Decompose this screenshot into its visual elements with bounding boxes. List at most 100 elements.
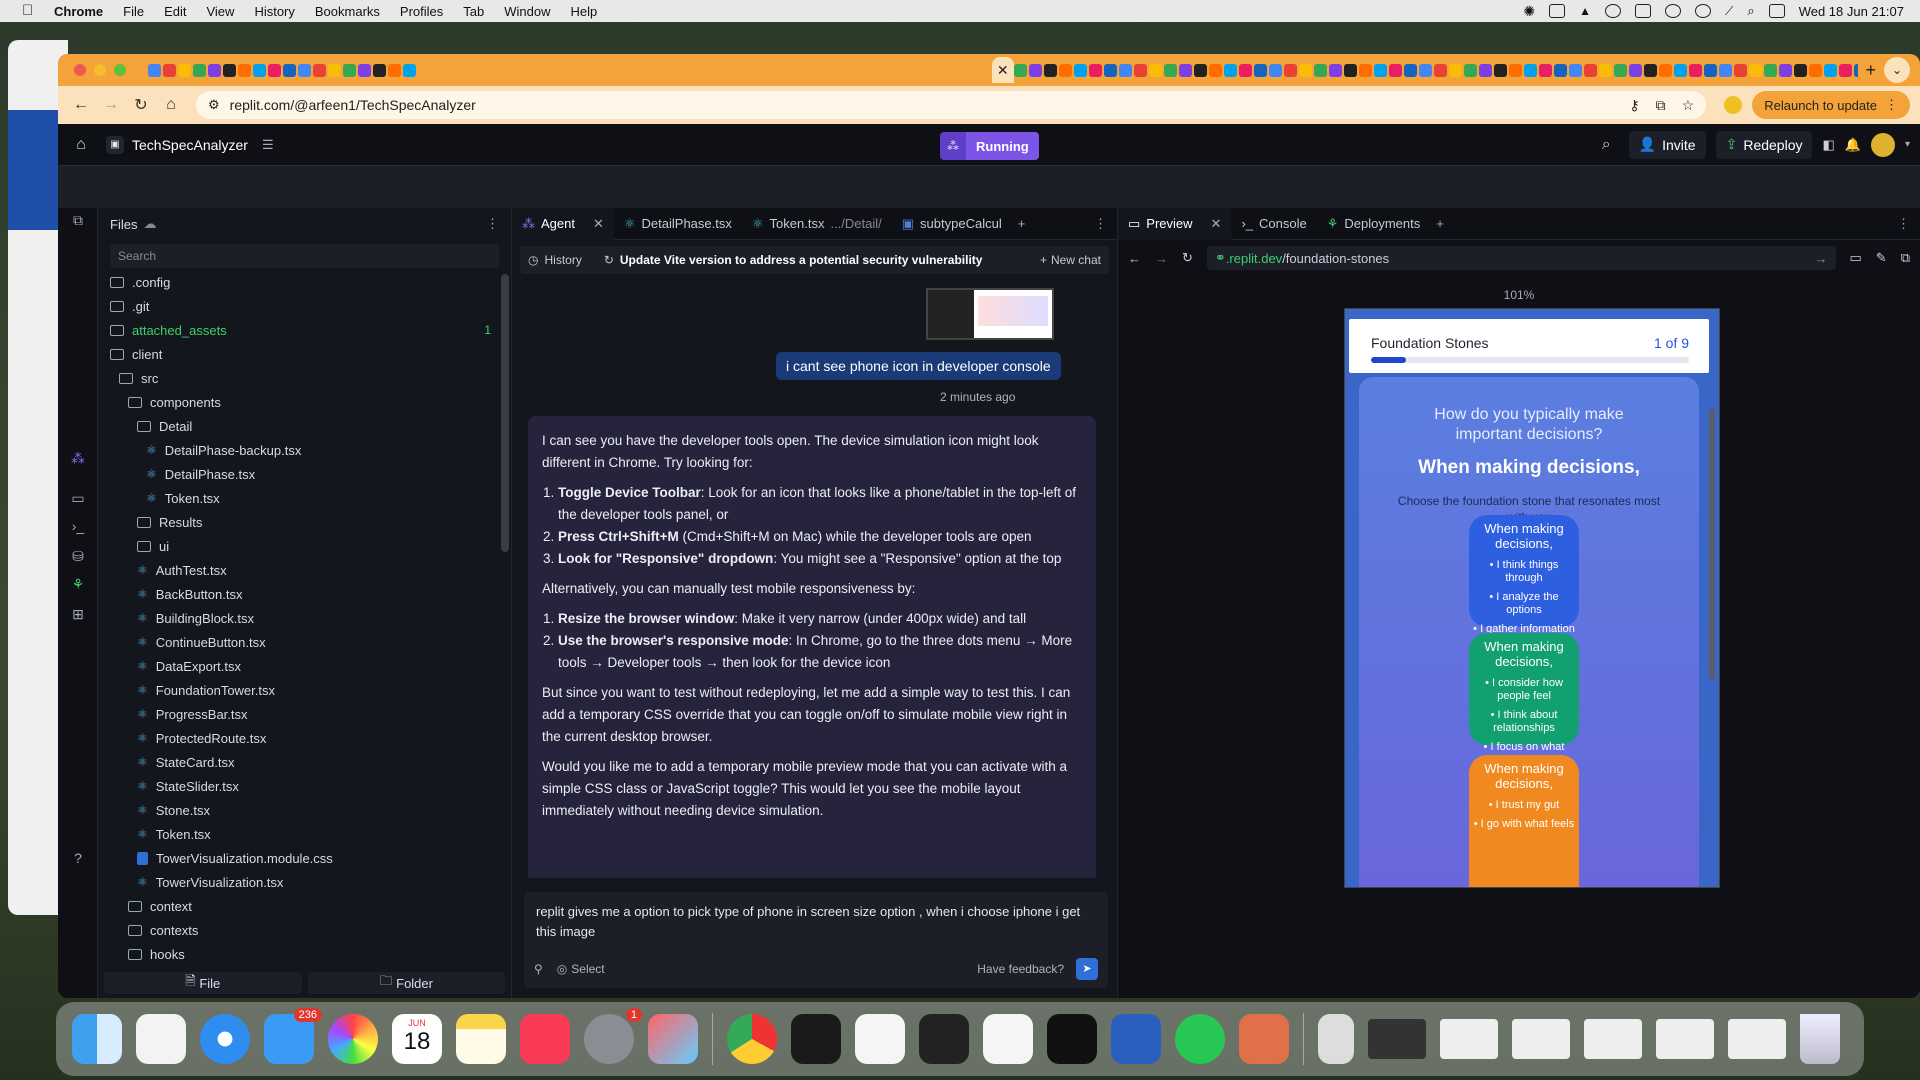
attach-icon[interactable]: ⚲	[534, 959, 543, 979]
bell-icon[interactable]: 🔔	[1845, 137, 1861, 153]
tab-favicon[interactable]	[1748, 63, 1762, 77]
extension-icon[interactable]	[1724, 96, 1743, 114]
tab-favicon[interactable]	[1448, 63, 1462, 77]
tab-console[interactable]: ›_ Console	[1231, 208, 1316, 240]
menubar-datetime[interactable]: Wed 18 Jun 21:07	[1799, 4, 1904, 19]
tab-favicon[interactable]	[253, 63, 266, 77]
menu-file[interactable]: File	[123, 4, 144, 19]
folder-item[interactable]: Results	[98, 510, 497, 534]
back-icon[interactable]: ←	[68, 96, 94, 114]
tab-favicon[interactable]	[1628, 63, 1642, 77]
tab-preview[interactable]: ▭ Preview ✕	[1118, 207, 1232, 240]
launchpad-icon[interactable]	[136, 1014, 186, 1064]
tab-subtype[interactable]: ▣ subtypeCalcul	[892, 208, 1012, 240]
tab-favicon[interactable]	[1043, 63, 1057, 77]
tab-favicon[interactable]	[1343, 63, 1357, 77]
chrome-icon[interactable]	[727, 1014, 777, 1064]
recent-window-2-icon[interactable]	[1440, 1019, 1498, 1059]
database-tool-icon[interactable]: ⛁	[68, 548, 88, 568]
vscode-icon[interactable]	[983, 1014, 1033, 1064]
close-icon[interactable]: ✕	[593, 216, 604, 232]
tab-favicon[interactable]	[1373, 63, 1387, 77]
key-icon[interactable]: ⚷	[1629, 97, 1639, 114]
tab-favicon[interactable]	[298, 63, 311, 77]
tab-favicon[interactable]	[223, 63, 236, 77]
history-button[interactable]: ◷ History	[528, 253, 582, 267]
all-tools-icon[interactable]: ⊞	[68, 606, 88, 626]
add-tab-icon[interactable]: +	[1018, 216, 1026, 231]
tab-favicon[interactable]	[1208, 63, 1222, 77]
files-search-input[interactable]: Search	[110, 244, 499, 268]
iphone-mirroring-icon[interactable]	[648, 1014, 698, 1064]
tab-favicon[interactable]	[1823, 63, 1837, 77]
device-viewport[interactable]: Foundation Stones 1 of 9 How do you typi…	[1344, 308, 1720, 888]
tab-favicon[interactable]	[1643, 63, 1657, 77]
mail-icon[interactable]: 236	[264, 1008, 322, 1064]
folder-item[interactable]: src	[98, 366, 497, 390]
tab-favicon[interactable]	[1028, 63, 1042, 77]
recent-window-3-icon[interactable]	[1512, 1019, 1570, 1059]
preview-tool-icon[interactable]: ▭	[68, 490, 88, 510]
tab-favicon[interactable]	[1253, 63, 1267, 77]
files-tool-icon[interactable]: ⧉	[68, 212, 88, 232]
tab-favicon[interactable]	[193, 63, 206, 77]
drive-icon[interactable]: ▲	[1579, 4, 1591, 18]
reload-icon[interactable]: ↻	[128, 95, 154, 115]
close-window-button[interactable]	[74, 64, 86, 76]
archive-icon[interactable]	[1318, 1014, 1354, 1064]
tab-favicon[interactable]	[1283, 63, 1297, 77]
tab-favicon[interactable]	[1493, 63, 1507, 77]
tab-favicon[interactable]	[208, 63, 221, 77]
folder-item[interactable]: .config	[98, 270, 497, 294]
tab-favicon[interactable]	[1403, 63, 1417, 77]
foundation-stone[interactable]: When making decisions, • I consider how p…	[1469, 633, 1579, 766]
notes-icon[interactable]	[456, 1014, 506, 1064]
tab-favicon[interactable]	[1148, 63, 1162, 77]
file-item[interactable]: ⚛ ProtectedRoute.tsx	[98, 726, 497, 750]
chevron-down-icon[interactable]: ▾	[1905, 139, 1910, 150]
wifi-off-icon[interactable]: ⟋	[1725, 4, 1733, 19]
reload-icon[interactable]: ↻	[1182, 250, 1193, 266]
folder-item[interactable]: contexts	[98, 918, 497, 942]
tab-favicon[interactable]	[373, 63, 386, 77]
new-chat-button[interactable]: + New chat	[1040, 253, 1101, 267]
tab-favicon[interactable]	[1808, 63, 1822, 77]
tab-favicon[interactable]	[1088, 63, 1102, 77]
folder-item[interactable]: .git	[98, 294, 497, 318]
help-icon[interactable]: ?	[68, 850, 88, 870]
tab-favicon[interactable]	[1058, 63, 1072, 77]
file-item[interactable]: TowerVisualization.module.css	[98, 846, 497, 870]
file-item[interactable]: ⚛ ProgressBar.tsx	[98, 702, 497, 726]
feedback-link[interactable]: Have feedback?	[977, 959, 1064, 979]
folder-item[interactable]: client	[98, 342, 497, 366]
tab-favicon[interactable]	[1538, 63, 1552, 77]
tab-favicon[interactable]	[1223, 63, 1237, 77]
files-menu-icon[interactable]: ⋮	[486, 216, 499, 232]
preview-url-bar[interactable]: ⚭ .replit.dev /foundation-stones →	[1206, 246, 1836, 270]
foundation-stone[interactable]: When making decisions, • I trust my gut • …	[1469, 755, 1579, 887]
files-scrollbar[interactable]	[501, 274, 509, 552]
file-item[interactable]: ⚛ StateSlider.tsx	[98, 774, 497, 798]
invite-button[interactable]: 👤 Invite	[1628, 130, 1706, 159]
minimize-window-button[interactable]	[94, 64, 106, 76]
tab-favicon[interactable]	[358, 63, 371, 77]
avatar[interactable]	[1870, 132, 1895, 157]
folder-item[interactable]: ui	[98, 534, 497, 558]
folder-item[interactable]: attached_assets 1	[98, 318, 497, 342]
tab-favicon[interactable]	[283, 63, 296, 77]
select-button[interactable]: ◎ Select	[557, 959, 605, 979]
tab-favicon[interactable]	[1553, 63, 1567, 77]
tab-token[interactable]: ⚛ Token.tsx .../Detail/	[742, 208, 892, 240]
tabs-menu-icon[interactable]: ⋮	[1094, 216, 1107, 232]
tab-favicon[interactable]	[1523, 63, 1537, 77]
active-tab-close-icon[interactable]: ✕	[991, 57, 1014, 83]
tab-favicon[interactable]	[1418, 63, 1432, 77]
menu-edit[interactable]: Edit	[164, 4, 186, 19]
menu-view[interactable]: View	[206, 4, 234, 19]
tab-favicon[interactable]	[1598, 63, 1612, 77]
tab-favicon[interactable]	[238, 63, 251, 77]
tab-favicon[interactable]	[163, 63, 176, 77]
tab-favicon[interactable]	[1568, 63, 1582, 77]
tab-favicon[interactable]	[268, 63, 281, 77]
word-icon[interactable]	[1111, 1014, 1161, 1064]
